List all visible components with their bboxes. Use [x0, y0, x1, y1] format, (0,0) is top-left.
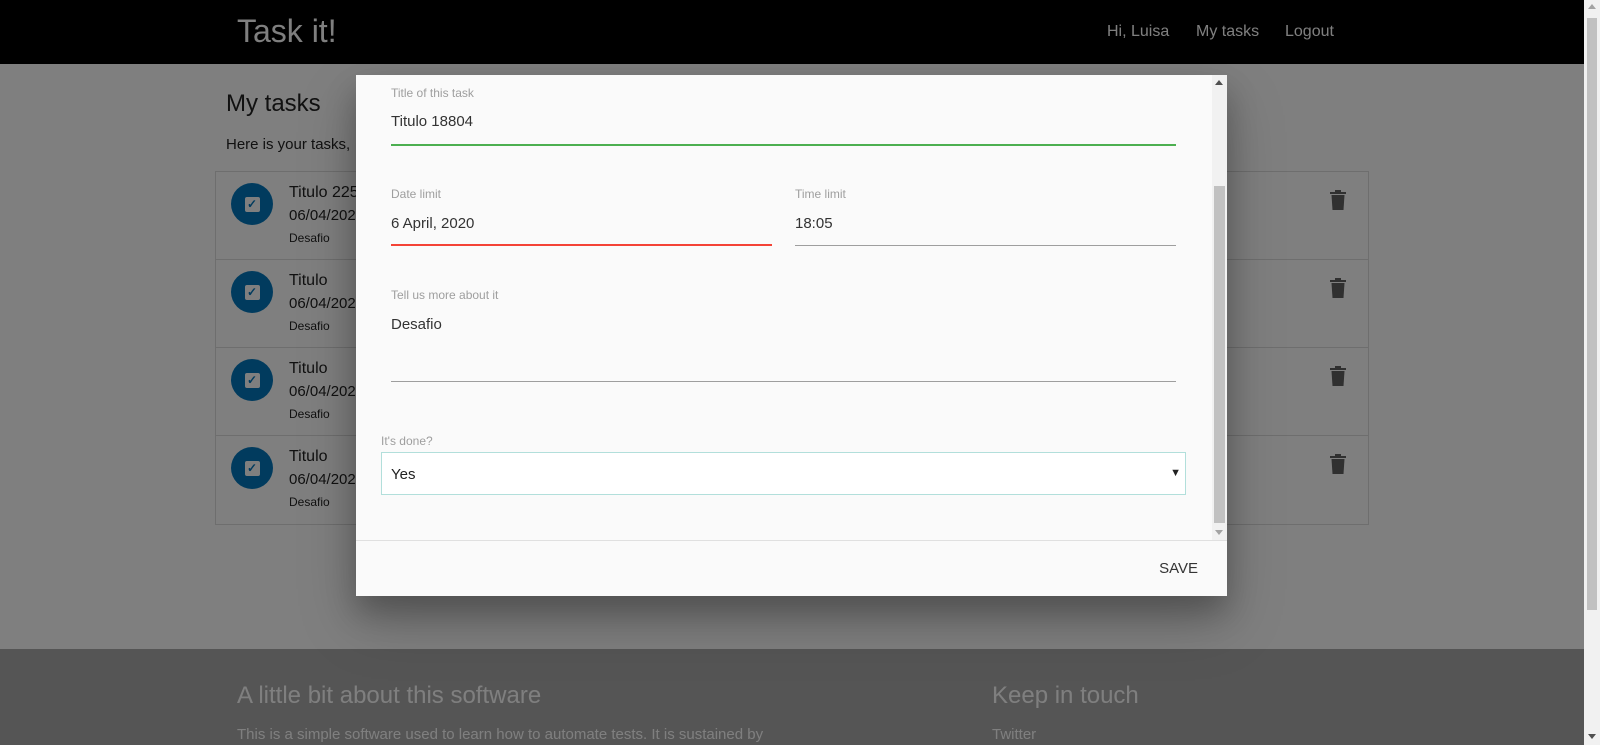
scroll-up-icon[interactable] — [1215, 80, 1223, 85]
date-input[interactable]: 6 April, 2020 — [391, 215, 474, 232]
done-label: It's done? — [381, 434, 433, 448]
title-label: Title of this task — [391, 86, 474, 100]
caret-down-icon: ▼ — [1170, 467, 1181, 479]
modal-footer: SAVE — [356, 540, 1227, 596]
edit-task-modal: Title of this task Titulo 18804 Date lim… — [356, 75, 1227, 596]
save-button[interactable]: SAVE — [1159, 560, 1198, 577]
description-textarea[interactable]: Desafio — [391, 316, 442, 333]
modal-body: Title of this task Titulo 18804 Date lim… — [356, 75, 1212, 540]
date-label: Date limit — [391, 187, 442, 201]
modal-scrollbar-thumb[interactable] — [1214, 186, 1225, 523]
modal-scrollbar[interactable] — [1212, 75, 1227, 540]
title-input-underline — [391, 144, 1176, 146]
scroll-up-icon[interactable] — [1588, 4, 1596, 9]
title-input[interactable]: Titulo 18804 — [391, 113, 473, 130]
description-underline — [391, 381, 1176, 382]
time-input[interactable]: 18:05 — [795, 215, 833, 232]
scrollbar-thumb[interactable] — [1587, 18, 1597, 610]
page-scrollbar[interactable] — [1584, 0, 1600, 745]
done-select-value: Yes — [391, 466, 416, 483]
time-input-underline — [795, 245, 1176, 246]
scroll-down-icon[interactable] — [1215, 530, 1223, 535]
done-select[interactable]: Yes ▼ — [381, 452, 1186, 495]
date-input-underline — [391, 244, 772, 246]
description-label: Tell us more about it — [391, 288, 499, 302]
scroll-down-icon[interactable] — [1588, 734, 1596, 739]
time-label: Time limit — [795, 187, 846, 201]
